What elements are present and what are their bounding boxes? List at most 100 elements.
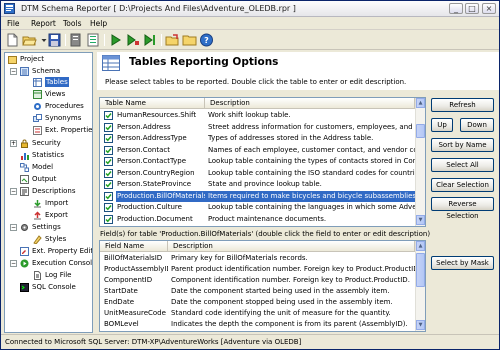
refresh-button[interactable]: Refresh [431, 98, 494, 112]
tree-item-export[interactable]: Export [33, 210, 92, 221]
row-checkbox[interactable] [104, 145, 113, 155]
field-row[interactable]: UnitMeasureCode Standard code identifying… [100, 308, 425, 319]
app-window: DTM Schema Reporter [ D:\Projects And Fi… [0, 0, 500, 350]
tree-item-log-file[interactable]: Log File [33, 270, 92, 281]
tree-item-statistics[interactable]: Statistics [20, 150, 92, 161]
tree-item-ext-properties[interactable]: Ext. Properties [33, 125, 92, 136]
tree-item-procedures[interactable]: Procedures [33, 101, 92, 112]
row-checkbox[interactable] [104, 203, 113, 212]
column-header-description[interactable]: Description [205, 98, 415, 109]
tree-item-model[interactable]: Model [20, 162, 92, 173]
column-header-table-name[interactable]: Table Name [100, 98, 205, 109]
tree-item-settings[interactable]: Settings [20, 222, 92, 233]
table-row[interactable]: Person.Contact Names of each employee, cu… [100, 145, 425, 156]
row-checkbox[interactable] [104, 214, 113, 224]
title-bar[interactable]: DTM Schema Reporter [ D:\Projects And Fi… [1, 1, 499, 17]
run-to-icon[interactable] [142, 33, 157, 47]
field-description-cell: Date the component started being used in… [171, 287, 390, 295]
schema-icon [20, 67, 29, 76]
row-checkbox[interactable] [104, 180, 113, 189]
select-by-mask-button[interactable]: Select by Mask [431, 256, 494, 270]
help-icon[interactable]: ? [199, 33, 214, 47]
tree-item-output[interactable]: Output [20, 174, 92, 185]
select-all-button[interactable]: Select All [431, 158, 494, 172]
tree-item-styles[interactable]: Styles [33, 234, 92, 245]
folder-icon[interactable] [182, 33, 197, 47]
row-checkbox[interactable] [104, 168, 113, 178]
row-checkbox[interactable] [104, 122, 113, 132]
field-row[interactable]: ComponentID Component identification numb… [100, 275, 425, 286]
tree-item-project[interactable]: Project [8, 54, 92, 65]
tree-item-import[interactable]: Import [33, 198, 92, 209]
menu-report[interactable]: Report [31, 19, 56, 28]
open-icon[interactable] [22, 33, 37, 47]
tree-item-schema[interactable]: Schema [20, 66, 92, 77]
run-icon[interactable] [108, 33, 123, 47]
tree-item-security[interactable]: Security [20, 138, 92, 149]
panel-splitter[interactable] [94, 52, 97, 333]
scroll-up-icon[interactable]: ▲ [416, 241, 425, 251]
row-checkbox[interactable] [104, 111, 113, 120]
fields-scrollbar[interactable]: ▲ ▼ [415, 241, 425, 331]
table-row[interactable]: Production.Culture Lookup table containin… [100, 202, 425, 213]
clear-selection-button[interactable]: Clear Selection [431, 178, 494, 192]
scroll-down-icon[interactable]: ▼ [416, 320, 425, 330]
dropdown-arrow-icon[interactable] [37, 33, 47, 47]
tree-collapse-schema[interactable]: − [10, 68, 17, 75]
row-checkbox[interactable] [104, 134, 113, 143]
row-checkbox[interactable] [104, 157, 113, 166]
scroll-thumb[interactable] [416, 124, 425, 138]
tree-collapse-settings[interactable]: − [10, 224, 17, 231]
row-checkbox[interactable] [104, 191, 113, 201]
field-row[interactable]: EndDate Date the component stopped being … [100, 297, 425, 308]
table-row[interactable]: Person.ContactType Lookup table containin… [100, 156, 425, 167]
export-icon[interactable] [165, 33, 180, 47]
column-header-field-name[interactable]: Field Name [100, 241, 168, 252]
maximize-button[interactable]: □ [465, 3, 479, 14]
scroll-thumb[interactable] [416, 253, 425, 287]
preview-icon[interactable] [69, 33, 84, 47]
reverse-selection-button[interactable]: Reverse Selection [431, 197, 494, 220]
sort-by-name-button[interactable]: Sort by Name [431, 138, 494, 152]
tree-item-sql-console[interactable]: SQL Console [20, 282, 92, 293]
scroll-down-icon[interactable]: ▼ [416, 215, 425, 225]
tree-item-ext-property-editor[interactable]: Ext. Property Editor [20, 246, 92, 257]
tree-item-synonyms[interactable]: Synonyms [33, 113, 92, 124]
properties-icon[interactable] [86, 33, 101, 47]
new-icon[interactable] [5, 33, 20, 47]
field-row[interactable]: StartDate Date the component started bein… [100, 286, 425, 297]
tree-item-execution-console[interactable]: Execution Console [20, 258, 92, 269]
options-header: Tables Reporting Options Please select t… [97, 52, 499, 90]
tree-expand-security[interactable]: + [10, 140, 17, 147]
field-row[interactable]: ProductAssemblyID Parent product identifi… [100, 264, 425, 275]
ext-property-editor-icon [20, 247, 29, 256]
table-name-cell: Person.Address [117, 122, 171, 131]
tree-item-views[interactable]: Views [33, 89, 92, 100]
menu-file[interactable]: File [7, 19, 20, 28]
table-row[interactable]: Person.AddressType Types of addresses sto… [100, 133, 425, 144]
down-button[interactable]: Down [460, 118, 494, 132]
column-header-field-description[interactable]: Description [168, 241, 415, 252]
field-row[interactable]: BOMLevel Indicates the depth the componen… [100, 319, 425, 330]
tree-collapse-descriptions[interactable]: − [10, 188, 17, 195]
field-row[interactable]: BillOfMaterialsID Primary key for BillOfM… [100, 253, 425, 264]
run-selected-icon[interactable] [125, 33, 140, 47]
save-icon[interactable] [47, 33, 62, 47]
scroll-up-icon[interactable]: ▲ [416, 98, 425, 108]
minimize-button[interactable]: _ [449, 3, 463, 14]
close-button[interactable]: × [482, 3, 496, 14]
table-row[interactable]: Person.Address Street address information… [100, 122, 425, 133]
up-button[interactable]: Up [431, 118, 453, 132]
tree-item-descriptions[interactable]: Descriptions [20, 186, 92, 197]
menu-help[interactable]: Help [90, 19, 107, 28]
table-row[interactable]: Production.Document Product maintenance d… [100, 214, 425, 225]
table-row[interactable]: Person.StateProvince State and province l… [100, 179, 425, 190]
tree-collapse-execution-console[interactable]: − [10, 260, 17, 267]
table-row[interactable]: HumanResources.Shift Work shift lookup ta… [100, 110, 425, 121]
tree-item-tables[interactable]: Tables [33, 77, 92, 88]
window-title: DTM Schema Reporter [ D:\Projects And Fi… [21, 4, 296, 13]
table-row[interactable]: Person.CountryRegion Lookup table contain… [100, 168, 425, 179]
menu-tools[interactable]: Tools [63, 19, 81, 28]
table-row[interactable]: Production.BillOfMaterials Items required… [100, 190, 425, 202]
tables-scrollbar[interactable]: ▲ ▼ [415, 98, 425, 226]
